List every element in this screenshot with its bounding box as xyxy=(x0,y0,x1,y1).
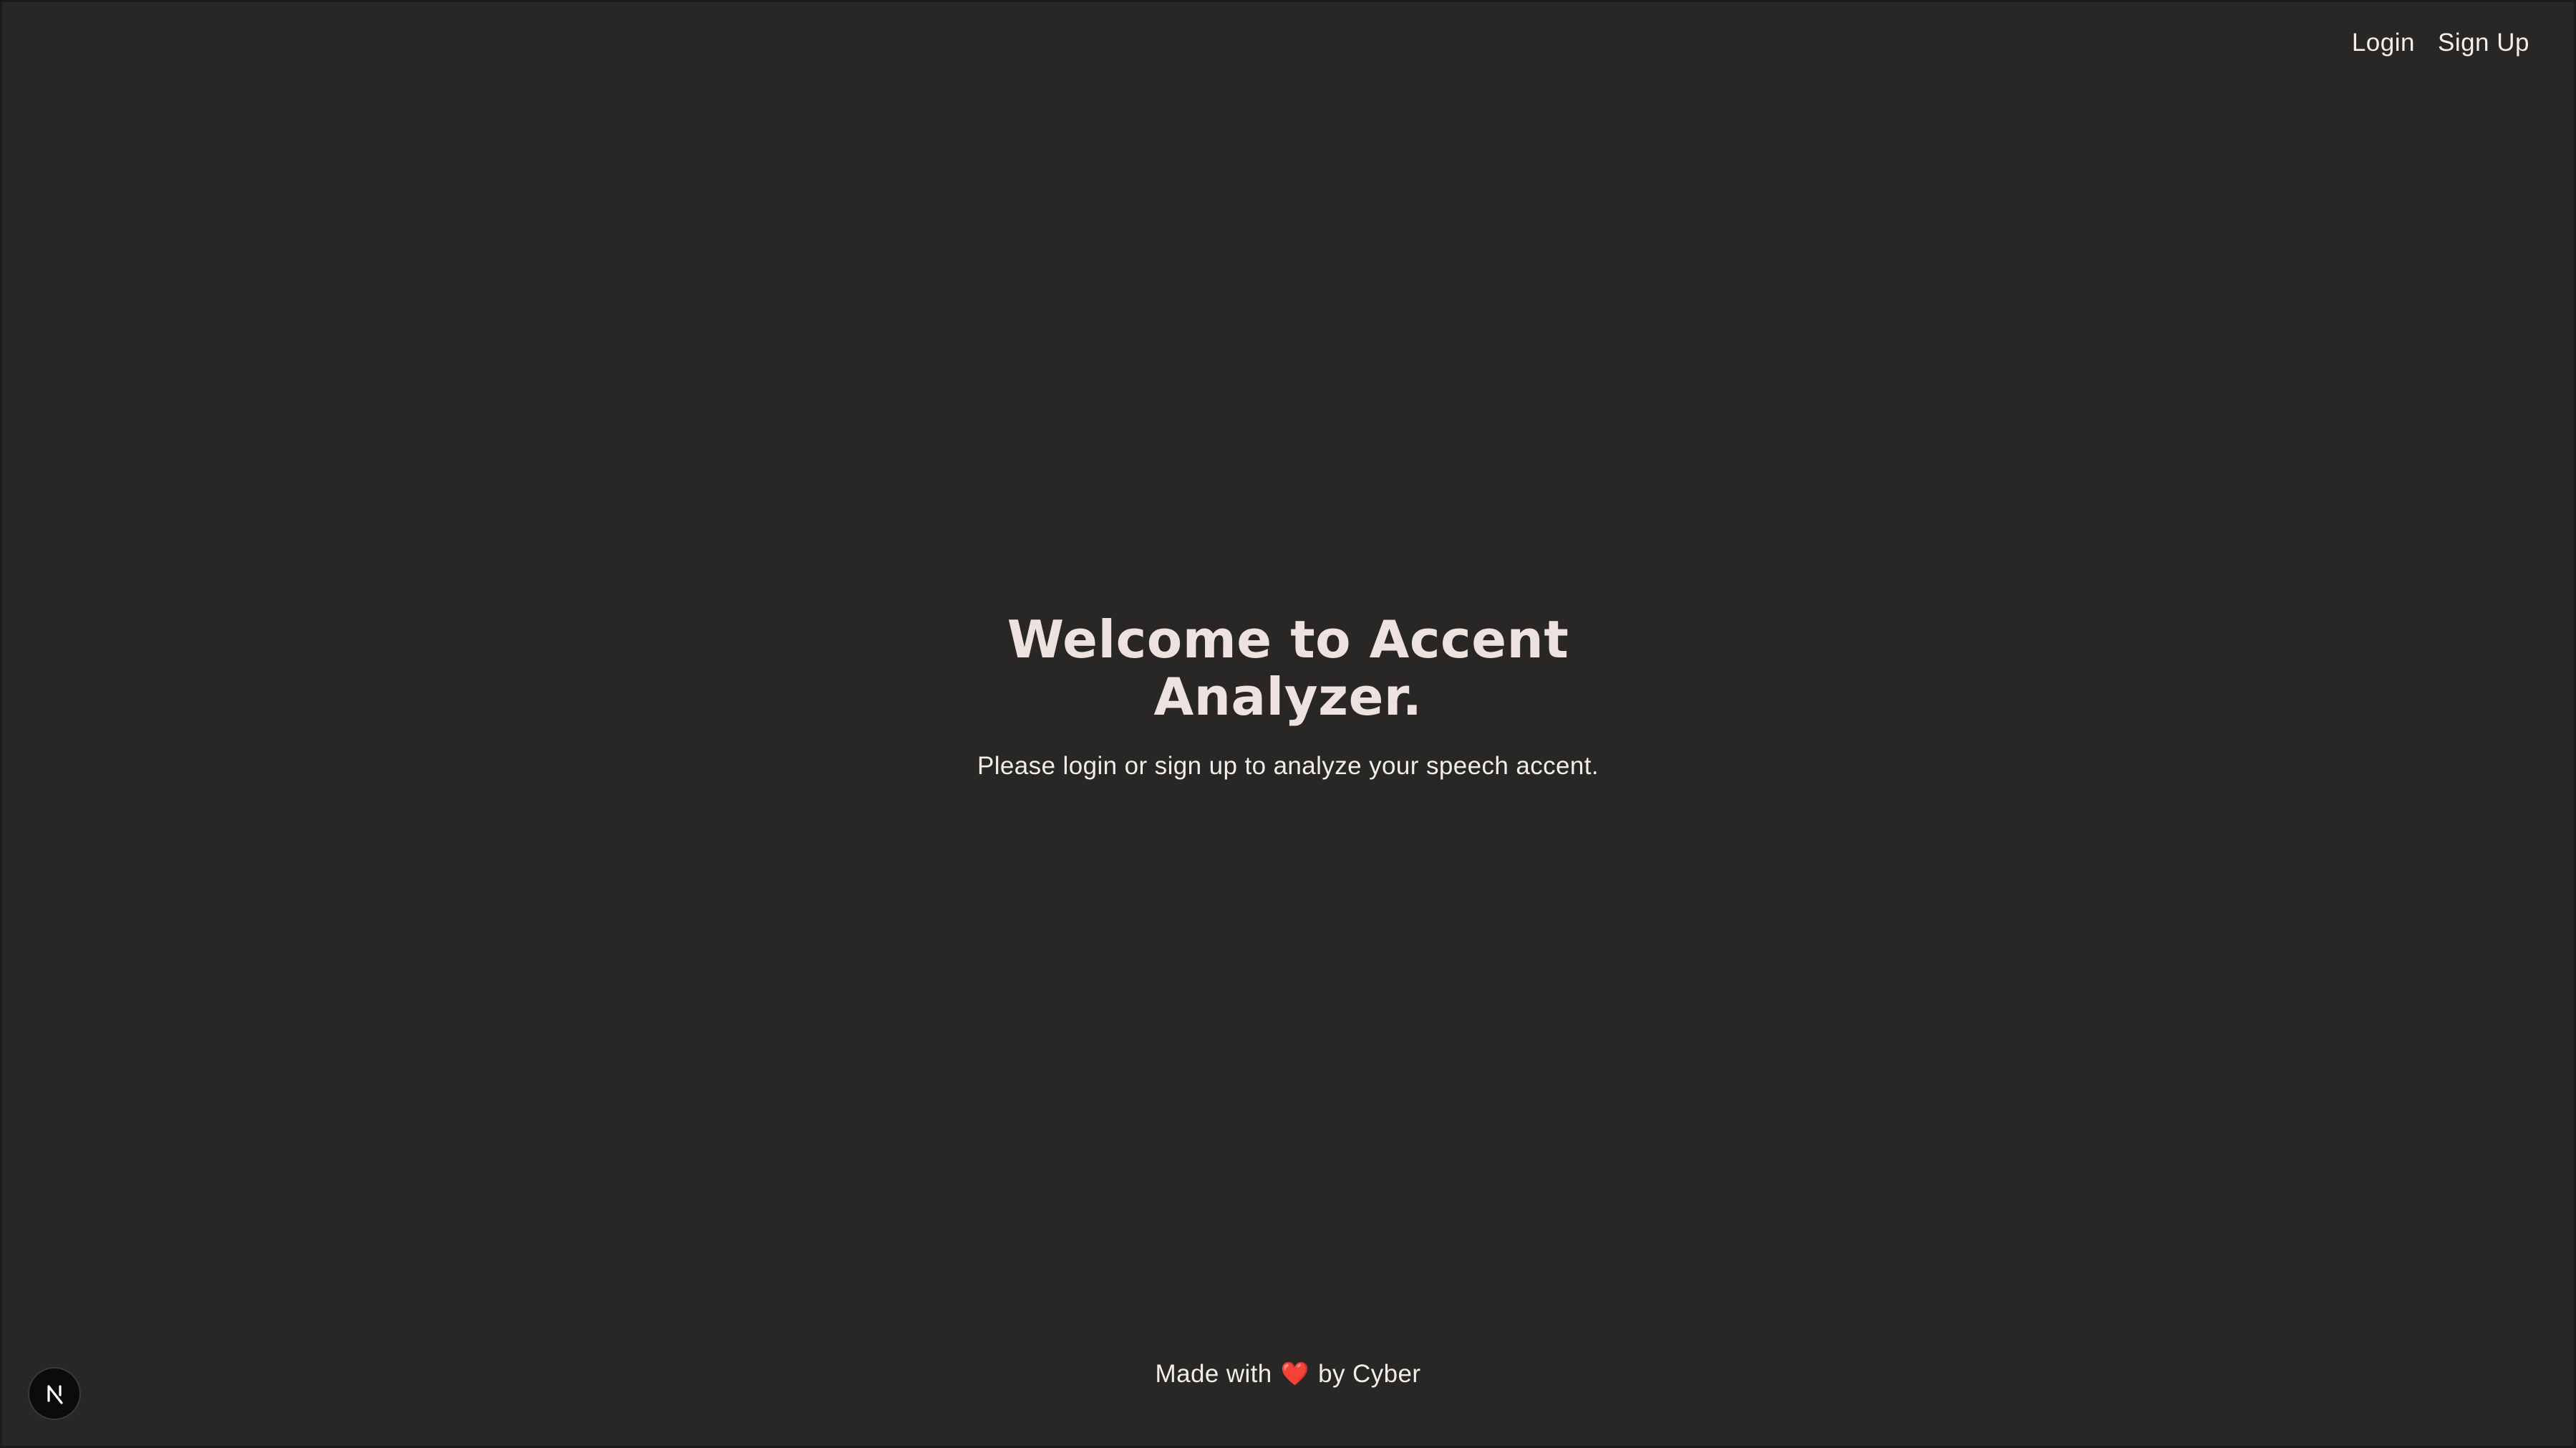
nextjs-devtools-button[interactable] xyxy=(29,1369,79,1419)
nextjs-icon xyxy=(47,1385,63,1404)
signup-link[interactable]: Sign Up xyxy=(2438,26,2529,59)
footer: Made with ❤️ by Cyber xyxy=(2,1357,2574,1391)
footer-suffix: by Cyber xyxy=(1318,1360,1421,1388)
footer-prefix: Made with xyxy=(1155,1360,1272,1388)
page-title: Welcome to Accent Analyzer. xyxy=(1007,609,1569,727)
hero-section: Welcome to Accent Analyzer. Please login… xyxy=(2,611,2574,783)
page-subtitle: Please login or sign up to analyze your … xyxy=(977,752,1599,780)
top-navigation: Login Sign Up xyxy=(2352,26,2529,59)
heart-icon: ❤️ xyxy=(1280,1361,1310,1386)
login-link[interactable]: Login xyxy=(2352,26,2415,59)
page: Login Sign Up Welcome to Accent Analyzer… xyxy=(0,0,2576,1448)
